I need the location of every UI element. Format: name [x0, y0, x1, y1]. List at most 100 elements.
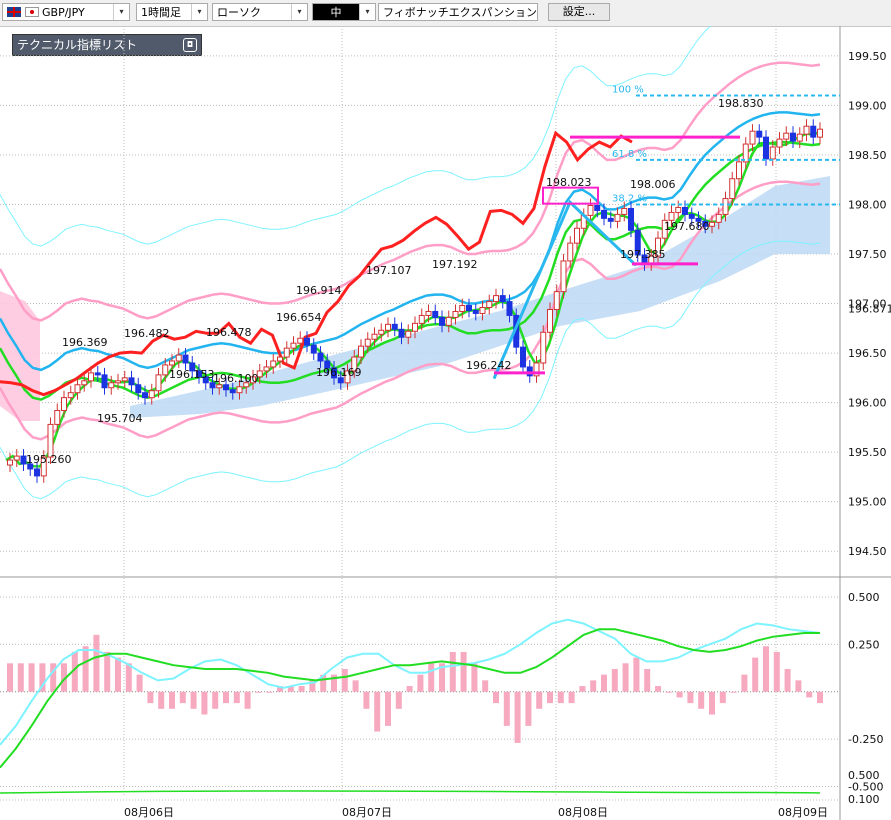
macd-histogram-bar — [730, 691, 737, 693]
candle-down — [499, 295, 506, 303]
macd-histogram-bar — [482, 680, 489, 692]
candle-up — [54, 410, 61, 425]
macd-histogram-bar — [395, 691, 402, 709]
macd-histogram-bar — [147, 691, 154, 704]
macd-histogram-bar — [644, 668, 651, 692]
current-price-label: 196.871 — [848, 303, 891, 316]
macd-histogram-bar — [622, 663, 629, 692]
macd-histogram-bar — [719, 691, 726, 704]
timeframe-select[interactable]: 1時間足 ▾ — [136, 3, 208, 21]
macd-histogram-bar — [352, 680, 359, 692]
candle-up — [560, 260, 567, 293]
candle-down — [94, 372, 101, 376]
candle-up — [371, 333, 378, 340]
candle-down — [391, 323, 398, 330]
macd-line — [0, 618, 821, 746]
macd-histogram-bar — [493, 691, 499, 704]
macd-histogram-bar — [752, 657, 759, 692]
settings-button[interactable]: 設定... — [548, 3, 610, 21]
candle-down — [506, 301, 513, 316]
macd-histogram-bar — [687, 691, 694, 704]
macd-histogram-bar — [374, 691, 381, 732]
drawing-tool-select[interactable]: フィボナッチエクスパンション — [378, 3, 538, 21]
candle-up — [587, 204, 594, 216]
chart-area: 100 % 61.8 % 38.2 % 195.260 195.704 196.369 1… — [0, 26, 891, 820]
price-annotation: 196.242 — [466, 359, 512, 372]
macd-histogram-bar — [763, 646, 769, 692]
candle-up — [540, 331, 547, 364]
x-tick-label: 08月08日 — [558, 806, 608, 819]
macd-histogram-bar — [741, 674, 748, 692]
price-annotation: 196.153 — [169, 368, 215, 381]
macd-histogram-bar — [665, 691, 672, 693]
chart-style-select[interactable]: ローソク ▾ — [212, 3, 308, 21]
candle-up — [290, 342, 297, 349]
macd-histogram-bar — [125, 663, 132, 692]
candle-up — [155, 374, 162, 392]
candle-up — [796, 133, 803, 142]
symbol-select[interactable]: GBP/JPY ▾ — [2, 3, 130, 21]
y-tick-label: 197.50 — [848, 248, 887, 261]
candle-up — [776, 138, 783, 148]
sub-y-tick-label: 0.500 — [848, 591, 880, 604]
toolbar: GBP/JPY ▾ 1時間足 ▾ ローソク ▾ 中 ▾ フィボナッチエクスパンシ… — [0, 0, 891, 27]
candle-up — [803, 125, 810, 135]
macd-histogram-bar — [460, 651, 467, 692]
macd-histogram-bar — [709, 691, 715, 715]
macd-histogram-bar — [698, 691, 705, 709]
candle-down — [607, 217, 614, 222]
price-annotation: 196.369 — [62, 336, 108, 349]
sub-y-tick-label: -0.250 — [848, 733, 883, 746]
candle-up — [547, 308, 553, 333]
price-annotation: 196.914 — [296, 284, 342, 297]
macd-histogram-bar — [212, 691, 219, 709]
chevron-down-icon[interactable]: ▾ — [113, 4, 129, 20]
candle-up — [769, 146, 776, 160]
candle-up — [817, 128, 823, 138]
candle-up — [749, 130, 756, 145]
chevron-down-icon[interactable]: ▾ — [191, 4, 207, 20]
macd-histogram-bar — [223, 691, 229, 704]
candle-up — [736, 161, 742, 180]
candle-up — [263, 366, 270, 372]
candle-up — [236, 386, 243, 394]
y-tick-label: 196.50 — [848, 347, 887, 360]
price-annotation: 196.100 — [213, 372, 259, 385]
price-annotation: 196.478 — [206, 326, 252, 339]
candle-down — [310, 344, 317, 354]
candle-down — [790, 132, 796, 142]
candle-down — [756, 130, 763, 138]
macd-histogram-bar — [795, 680, 802, 692]
candle-up — [162, 364, 169, 376]
timeframe-label: 1時間足 — [141, 6, 181, 19]
candle-up — [121, 377, 128, 382]
candle-down — [304, 337, 310, 346]
macd-histogram-bar — [655, 686, 661, 692]
fib-level-label: 100 % — [612, 85, 644, 96]
candle-up — [364, 338, 371, 347]
macd-histogram-bar — [93, 634, 100, 692]
candle-up — [277, 356, 283, 362]
candle-up — [709, 221, 715, 227]
y-tick-label: 196.00 — [848, 397, 887, 410]
sub-y-tick-label: 0.250 — [848, 638, 880, 651]
candle-up — [567, 242, 574, 262]
price-annotation: 197.385 — [620, 248, 666, 261]
y-tick-label: 199.50 — [848, 50, 887, 63]
macd-histogram-bar — [449, 651, 456, 692]
candle-up — [297, 337, 304, 344]
chevron-down-icon[interactable]: ▾ — [291, 4, 307, 20]
price-annotation: 196.482 — [124, 327, 170, 340]
line-width-select[interactable]: 中 ▾ — [312, 3, 376, 21]
fib-level-label: 38.2 % — [612, 193, 647, 204]
y-tick-label: 195.50 — [848, 446, 887, 459]
macd-histogram-bar — [233, 691, 240, 704]
candle-up — [108, 382, 115, 389]
candle-up — [614, 213, 621, 222]
macd-histogram-bar — [104, 651, 111, 692]
macd-histogram-bar — [341, 668, 348, 692]
candle-up — [81, 380, 88, 386]
macd-histogram-bar — [536, 691, 543, 709]
macd-histogram-bar — [7, 663, 13, 692]
chevron-down-icon[interactable]: ▾ — [359, 4, 375, 20]
